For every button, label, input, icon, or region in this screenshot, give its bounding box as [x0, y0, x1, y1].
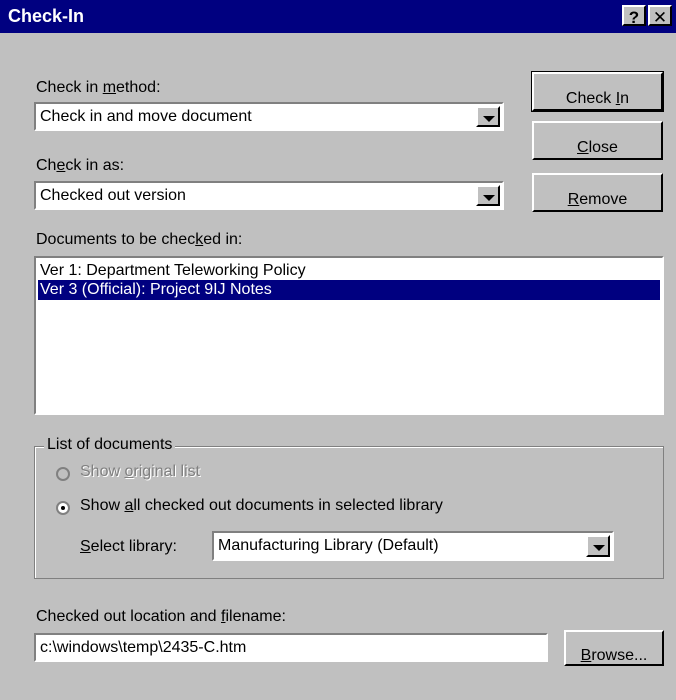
check-in-method-label: Check in method: — [36, 79, 161, 96]
show-all-label: Show all checked out documents in select… — [80, 497, 443, 514]
show-all-radio[interactable] — [56, 501, 70, 515]
documents-label: Documents to be checked in: — [36, 231, 243, 248]
help-button[interactable]: ? — [622, 5, 646, 27]
chevron-down-icon[interactable] — [586, 535, 610, 557]
help-icon: ? — [628, 8, 640, 27]
show-original-radio[interactable] — [56, 467, 70, 481]
chevron-down-icon[interactable] — [476, 185, 500, 206]
list-of-documents-title: List of documents — [44, 436, 176, 454]
list-item[interactable]: Ver 1: Department Teleworking Policy — [38, 261, 660, 281]
check-in-dialog: Check-In ? ✕ Check in method: Check in a… — [0, 0, 676, 700]
check-in-method-value: Check in and move document — [40, 108, 252, 125]
close-window-button[interactable]: ✕ — [648, 5, 672, 27]
location-value: c:\windows\temp\2435-C.htm — [40, 639, 247, 656]
browse-button[interactable]: Browse... — [564, 630, 664, 666]
check-in-as-label: Check in as: — [36, 157, 125, 174]
check-in-button[interactable]: Check In — [531, 71, 664, 112]
documents-listbox[interactable]: Ver 1: Department Teleworking Policy Ver… — [34, 256, 664, 415]
location-input[interactable]: c:\windows\temp\2435-C.htm — [34, 633, 548, 662]
select-library-label: Select library: — [80, 538, 177, 555]
check-in-as-dropdown[interactable]: Checked out version — [34, 181, 504, 210]
window-title: Check-In — [8, 6, 85, 26]
select-library-dropdown[interactable]: Manufacturing Library (Default) — [212, 531, 614, 561]
close-icon: ✕ — [652, 8, 668, 27]
chevron-down-icon[interactable] — [476, 106, 500, 127]
close-button[interactable]: Close — [532, 121, 663, 160]
check-in-method-dropdown[interactable]: Check in and move document — [34, 102, 504, 131]
location-label: Checked out location and filename: — [36, 608, 286, 625]
select-library-value: Manufacturing Library (Default) — [218, 537, 439, 554]
list-item-selected[interactable]: Ver 3 (Official): Project 9IJ Notes — [38, 280, 660, 300]
remove-button[interactable]: Remove — [532, 173, 663, 212]
show-original-label: Show original list — [80, 463, 201, 480]
check-in-as-value: Checked out version — [40, 187, 186, 204]
title-bar[interactable]: Check-In ? ✕ — [0, 0, 676, 33]
